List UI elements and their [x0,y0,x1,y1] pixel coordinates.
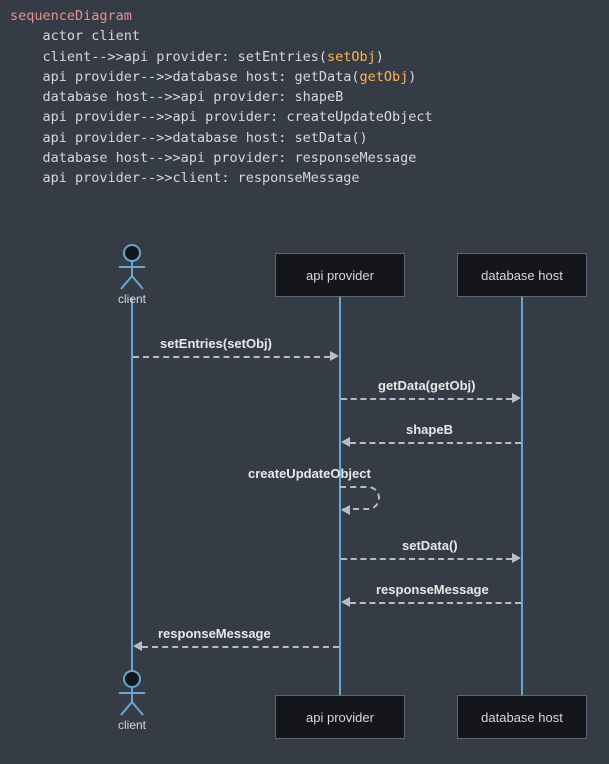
message-arrow [142,646,339,648]
message-label: responseMessage [376,582,489,597]
actor-icon [115,670,149,716]
arrow-head-icon [133,641,142,651]
participant-api-bottom: api provider [275,695,405,739]
message-arrow [341,398,512,400]
message-label: shapeB [406,422,453,437]
code-line: api provider-->>database host: getData(g… [10,69,416,85]
arrow-head-icon [341,505,350,515]
lifeline-db [521,294,523,696]
code-line: database host-->>api provider: shapeB [10,89,343,105]
participant-db-top: database host [457,253,587,297]
message-arrow [133,356,330,358]
message-label: setEntries(setObj) [160,336,272,351]
code-line: api provider-->>api provider: createUpda… [10,109,433,125]
participant-db-bottom: database host [457,695,587,739]
actor-label: client [110,292,154,306]
message-label: responseMessage [158,626,271,641]
message-label: getData(getObj) [378,378,476,393]
code-line: database host-->>api provider: responseM… [10,150,416,166]
arrow-head-icon [341,597,350,607]
code-keyword: sequenceDiagram [10,8,132,24]
participant-api-top: api provider [275,253,405,297]
actor-client-top: client [110,244,154,306]
code-line: api provider-->>client: responseMessage [10,170,360,186]
arrow-head-icon [341,437,350,447]
code-block: sequenceDiagram actor client client-->>a… [0,0,609,198]
code-line: actor client [10,28,140,44]
actor-client-bottom: client [110,670,154,732]
arrow-head-icon [512,393,521,403]
arrow-head-icon [330,351,339,361]
message-label: createUpdateObject [248,466,371,481]
message-arrow [341,558,512,560]
code-line: api provider-->>database host: setData() [10,130,368,146]
message-arrow [350,602,521,604]
sequence-diagram: client api provider database host setEnt… [0,198,609,758]
message-arrow [350,442,521,444]
message-label: setData() [402,538,458,553]
actor-label: client [110,718,154,732]
actor-icon [115,244,149,290]
arrow-head-icon [512,553,521,563]
code-line: client-->>api provider: setEntries(setOb… [10,49,384,65]
